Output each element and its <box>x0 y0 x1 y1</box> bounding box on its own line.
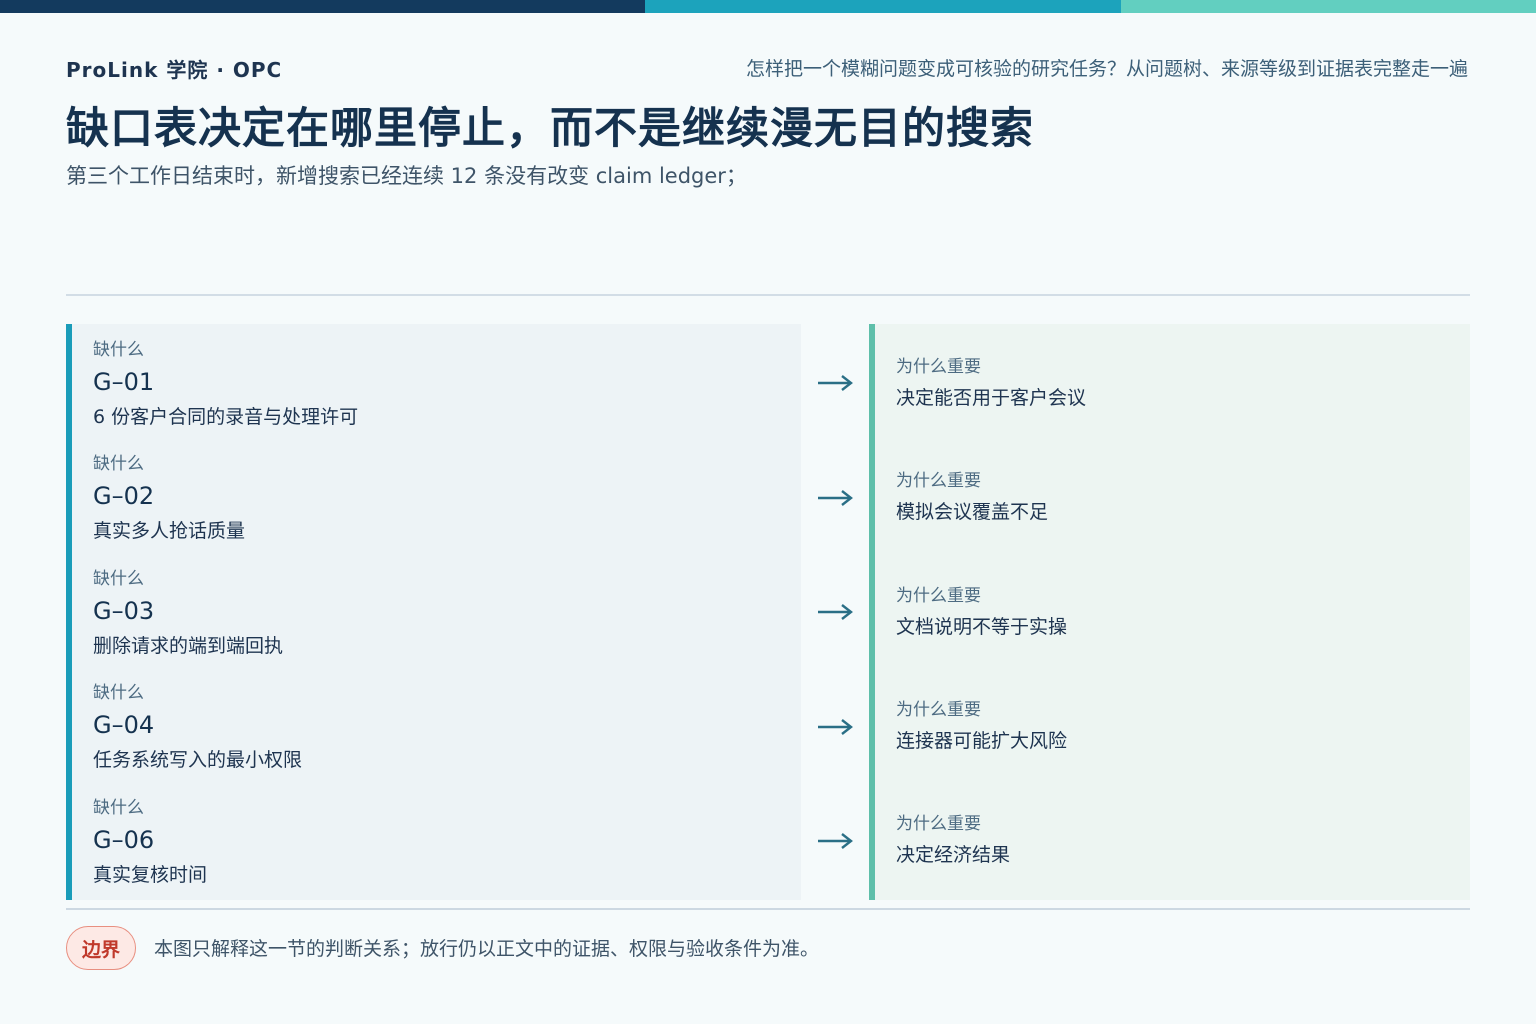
arrow-right-icon <box>818 719 853 735</box>
gap-item: 缺什么 G–01 6 份客户合同的录音与处理许可 <box>93 337 358 432</box>
gap-description: 6 份客户合同的录音与处理许可 <box>93 406 359 428</box>
arrow-right-icon <box>818 490 853 506</box>
top-accent-bar <box>0 0 1536 13</box>
gap-item: 缺什么 G–03 删除请求的端到端回执 <box>93 566 283 661</box>
reason-description: 决定经济结果 <box>896 844 1011 866</box>
gap-description: 删除请求的端到端回执 <box>93 635 284 657</box>
reasons-column: 为什么重要 决定能否用于客户会议 为什么重要 模拟会议覆盖不足 为什么重要 文档… <box>869 324 1470 900</box>
header-divider <box>66 294 1470 296</box>
page-title: 缺口表决定在哪里停止，而不是继续漫无目的搜索 <box>66 104 1034 154</box>
accent-bar-mint <box>1121 0 1536 13</box>
gap-label: 缺什么 <box>93 798 144 818</box>
arrow-right-icon <box>818 833 853 849</box>
accent-bar-navy <box>0 0 645 13</box>
accent-bar-teal <box>645 0 1121 13</box>
reason-item: 为什么重要 文档说明不等于实操 <box>896 583 1067 643</box>
gap-description: 真实多人抢话质量 <box>93 520 246 542</box>
reason-description: 决定能否用于客户会议 <box>896 387 1087 409</box>
boundary-badge: 边界 <box>66 926 136 970</box>
reason-item: 为什么重要 模拟会议覆盖不足 <box>896 468 1048 528</box>
gap-description: 任务系统写入的最小权限 <box>93 749 303 771</box>
gap-item: 缺什么 G–06 真实复核时间 <box>93 795 207 890</box>
gaps-column: 缺什么 G–01 6 份客户合同的录音与处理许可 缺什么 G–02 真实多人抢话… <box>66 324 801 900</box>
reason-item: 为什么重要 决定能否用于客户会议 <box>896 354 1086 414</box>
arrow-right-icon <box>818 604 853 620</box>
reason-label: 为什么重要 <box>896 586 981 606</box>
arrow-right-icon <box>818 375 853 391</box>
gap-code: G–01 <box>93 368 155 396</box>
gap-label: 缺什么 <box>93 454 144 474</box>
brand-label: ProLink 学院 · OPC <box>66 58 283 82</box>
boundary-note: 本图只解释这一节的判断关系；放行仍以正文中的证据、权限与验收条件为准。 <box>154 938 820 960</box>
gap-code: G–04 <box>93 711 155 739</box>
reason-label: 为什么重要 <box>896 471 981 491</box>
footer-divider <box>66 908 1470 910</box>
reason-description: 模拟会议覆盖不足 <box>896 501 1049 523</box>
gap-description: 真实复核时间 <box>93 864 208 886</box>
gap-code: G–06 <box>93 826 155 854</box>
series-tagline: 怎样把一个模糊问题变成可核验的研究任务？从问题树、来源等级到证据表完整走一遍 <box>745 58 1468 80</box>
gap-label: 缺什么 <box>93 340 144 360</box>
reason-label: 为什么重要 <box>896 814 981 834</box>
reason-item: 为什么重要 决定经济结果 <box>896 811 1010 871</box>
reason-description: 文档说明不等于实操 <box>896 616 1068 638</box>
gap-label: 缺什么 <box>93 569 144 589</box>
reason-description: 连接器可能扩大风险 <box>896 730 1068 752</box>
reason-label: 为什么重要 <box>896 357 981 377</box>
gap-item: 缺什么 G–04 任务系统写入的最小权限 <box>93 680 302 775</box>
gap-label: 缺什么 <box>93 683 144 703</box>
gap-code: G–02 <box>93 482 155 510</box>
gap-code: G–03 <box>93 597 155 625</box>
reason-label: 为什么重要 <box>896 700 981 720</box>
gap-item: 缺什么 G–02 真实多人抢话质量 <box>93 451 245 546</box>
page-subtitle: 第三个工作日结束时，新增搜索已经连续 12 条没有改变 claim ledger… <box>66 164 747 188</box>
reason-item: 为什么重要 连接器可能扩大风险 <box>896 697 1067 757</box>
